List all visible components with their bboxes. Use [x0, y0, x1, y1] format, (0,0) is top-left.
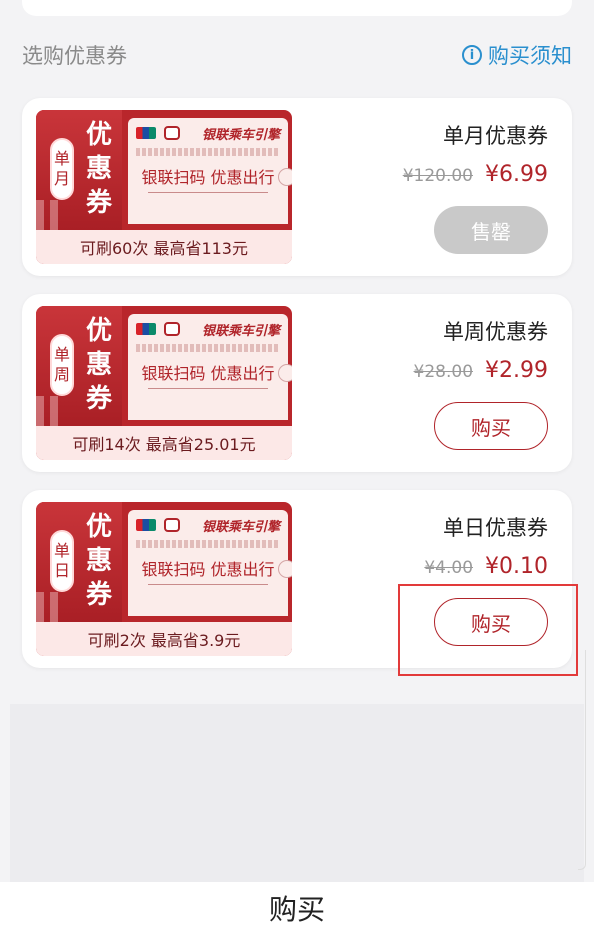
coupon-type-badge: 单 月 — [50, 138, 74, 200]
coupon-image: 单 日 优 惠 券 银联乘车引擎 银联扫码 优惠出行 可刷2次 最高省3.9元 — [36, 502, 292, 656]
coupon-name: 单月优惠券 — [443, 124, 548, 148]
footer-caption: 购买 — [268, 893, 325, 926]
sold-out-button: 售罄 — [434, 206, 548, 254]
coupon-name: 单周优惠券 — [443, 320, 548, 344]
highlight-annotation-box — [398, 584, 578, 676]
original-price: ¥28.00 — [413, 362, 474, 382]
coupon-panel: 银联乘车引擎 银联扫码 优惠出行 — [128, 314, 292, 420]
section-title: 选购优惠券 — [22, 44, 127, 68]
buy-button[interactable]: 购买 — [434, 402, 548, 450]
price-row: ¥120.00 ¥6.99 — [403, 162, 548, 187]
price-row: ¥28.00 ¥2.99 — [414, 358, 548, 383]
coupon-card-weekly: 单 周 优 惠 券 银联乘车引擎 银联扫码 优惠出行 可刷14次 最高省25.0… — [22, 294, 572, 472]
previous-card-edge — [22, 0, 572, 16]
coupon-type-badge: 单 周 — [50, 334, 74, 396]
coupon-slogan: 银联扫码 优惠出行 — [141, 168, 275, 187]
coupon-panel: 银联乘车引擎 银联扫码 优惠出行 — [128, 118, 292, 224]
coupon-big-text: 优 惠 券 — [85, 316, 112, 414]
purchase-notice-link[interactable]: i 购买须知 — [462, 40, 572, 70]
empty-area — [10, 704, 584, 882]
coupon-name: 单日优惠券 — [443, 516, 548, 540]
price-row: ¥4.00 ¥0.10 — [424, 554, 548, 579]
coupon-big-text: 优 惠 券 — [85, 512, 112, 610]
info-icon: i — [462, 45, 482, 65]
coupon-caption: 可刷2次 最高省3.9元 — [36, 622, 292, 656]
coupon-brand: 银联乘车引擎 — [201, 324, 280, 339]
coupon-caption: 可刷14次 最高省25.01元 — [36, 426, 292, 460]
coupon-slogan: 银联扫码 优惠出行 — [141, 560, 275, 579]
coupon-big-text: 优 惠 券 — [85, 120, 112, 218]
coupon-caption: 可刷60次 最高省113元 — [36, 230, 292, 264]
original-price: ¥120.00 — [402, 166, 474, 186]
original-price: ¥4.00 — [424, 558, 474, 578]
bus-logo-icon — [164, 126, 180, 140]
sale-price: ¥0.10 — [485, 554, 548, 579]
scroll-edge — [578, 650, 586, 870]
coupon-card-monthly: 单 月 优 惠 券 银联乘车引擎 银联扫码 优惠出行 可刷60次 最高省113元… — [22, 98, 572, 276]
coupon-slogan: 银联扫码 优惠出行 — [141, 364, 275, 383]
bus-logo-icon — [164, 322, 180, 336]
coupon-brand: 银联乘车引擎 — [201, 128, 280, 143]
unionpay-logo-icon — [136, 127, 156, 139]
coupon-image: 单 周 优 惠 券 银联乘车引擎 银联扫码 优惠出行 可刷14次 最高省25.0… — [36, 306, 292, 460]
coupon-brand: 银联乘车引擎 — [201, 520, 280, 535]
purchase-notice-label: 购买须知 — [488, 44, 572, 68]
unionpay-logo-icon — [136, 519, 156, 531]
coupon-type-badge: 单 日 — [50, 530, 74, 592]
coupon-image: 单 月 优 惠 券 银联乘车引擎 银联扫码 优惠出行 可刷60次 最高省113元 — [36, 110, 292, 264]
unionpay-logo-icon — [136, 323, 156, 335]
sale-price: ¥2.99 — [485, 358, 548, 383]
sale-price: ¥6.99 — [485, 162, 548, 187]
bus-logo-icon — [164, 518, 180, 532]
coupon-panel: 银联乘车引擎 银联扫码 优惠出行 — [128, 510, 292, 616]
caption-bar: 购买 — [0, 882, 594, 940]
